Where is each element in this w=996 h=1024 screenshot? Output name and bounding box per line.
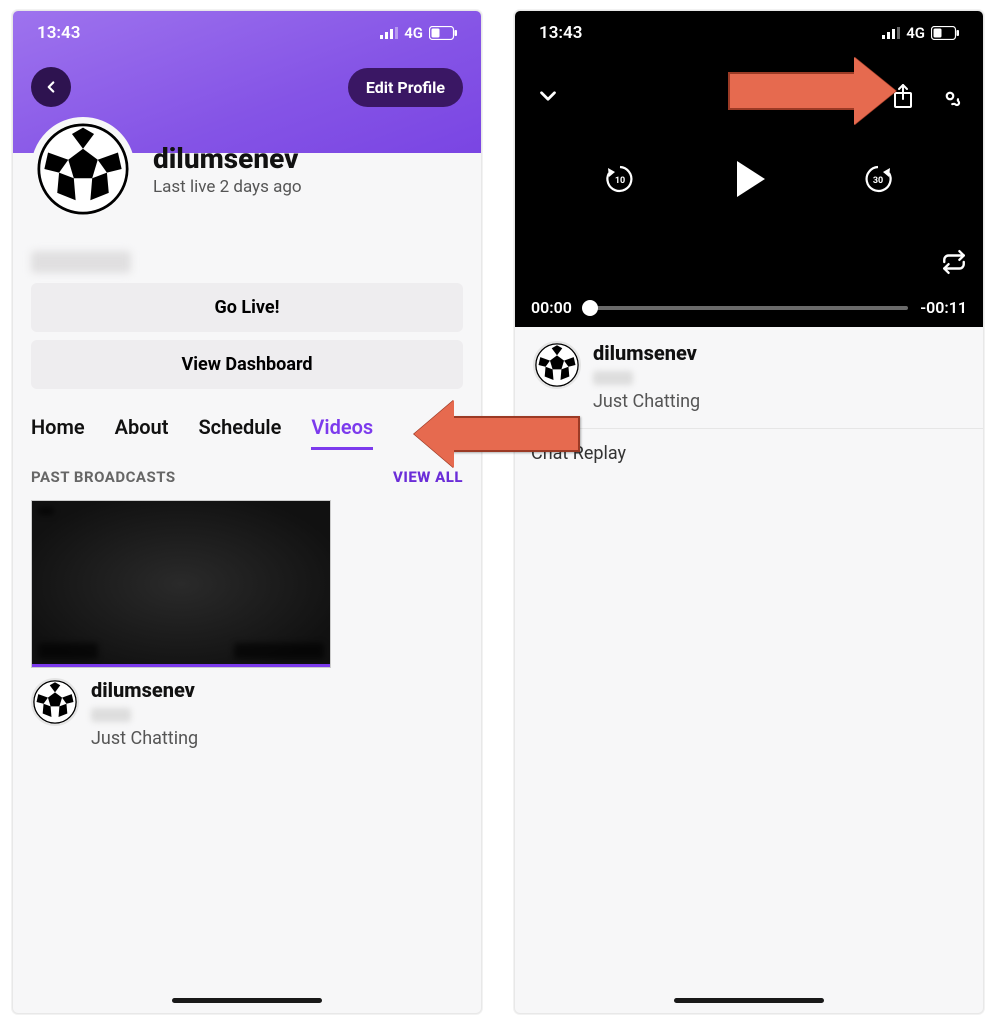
video-subtitle-blurred	[91, 708, 131, 722]
forward-30-button[interactable]: 30	[861, 162, 895, 200]
play-icon	[727, 157, 771, 201]
status-indicators: 4G	[380, 24, 457, 42]
edit-profile-button[interactable]: Edit Profile	[348, 68, 463, 107]
phone-left: 13:43 4G Edit Profile	[12, 10, 482, 1014]
svg-text:10: 10	[615, 176, 625, 186]
gear-icon	[937, 83, 963, 109]
settings-button[interactable]	[937, 83, 963, 113]
video-meta: dilumsenev Just Chatting	[515, 327, 983, 422]
profile-tabs: Home About Schedule Videos	[13, 397, 481, 450]
chat-replay-label: Chat Replay	[515, 428, 983, 478]
video-title: dilumsenev	[91, 678, 198, 702]
chevron-down-icon	[535, 83, 561, 109]
annotation-arrow-left	[450, 416, 580, 452]
rewind-10-button[interactable]: 10	[603, 162, 637, 200]
video-meta: dilumsenev Just Chatting	[13, 668, 481, 759]
rewind-10-icon: 10	[603, 162, 637, 196]
player-controls: 10 30	[515, 157, 983, 205]
tab-about[interactable]: About	[115, 415, 169, 450]
home-indicator[interactable]	[674, 998, 824, 1003]
video-category: Just Chatting	[91, 728, 198, 749]
past-broadcasts-label: PAST BROADCASTS	[31, 468, 176, 486]
view-all-link[interactable]: VIEW ALL	[393, 468, 463, 486]
network-label: 4G	[906, 24, 925, 42]
tab-videos[interactable]: Videos	[311, 415, 373, 450]
back-button[interactable]	[31, 67, 71, 107]
loop-icon	[941, 249, 967, 275]
network-label: 4G	[404, 24, 423, 42]
annotation-arrow-right	[728, 72, 858, 110]
battery-icon	[931, 26, 959, 40]
view-dashboard-button[interactable]: View Dashboard	[31, 340, 463, 389]
video-subtitle-blurred	[593, 371, 633, 385]
status-bar: 13:43 4G	[13, 11, 481, 55]
home-indicator[interactable]	[172, 998, 322, 1003]
soccer-ball-icon	[37, 123, 129, 215]
time-current: 00:00	[531, 298, 572, 317]
video-title: dilumsenev	[593, 341, 700, 365]
seek-bar[interactable]	[584, 306, 908, 310]
username: dilumsenev	[153, 142, 302, 175]
forward-30-icon: 30	[861, 162, 895, 196]
avatar[interactable]	[31, 117, 135, 221]
last-live-label: Last live 2 days ago	[153, 177, 302, 197]
chevron-left-icon	[42, 78, 60, 96]
video-avatar[interactable]	[31, 678, 79, 726]
tab-home[interactable]: Home	[31, 415, 85, 450]
play-button[interactable]	[727, 157, 771, 205]
video-player: 13:43 4G	[515, 11, 983, 327]
soccer-ball-icon	[535, 343, 579, 387]
profile-block: dilumsenev Last live 2 days ago	[13, 117, 481, 221]
status-time: 13:43	[539, 23, 582, 43]
followers-blurred	[31, 251, 131, 273]
seek-handle[interactable]	[582, 300, 598, 316]
battery-icon	[429, 26, 457, 40]
collapse-button[interactable]	[535, 83, 561, 113]
header-row: Edit Profile	[13, 55, 481, 107]
section-header: PAST BROADCASTS VIEW ALL	[13, 450, 481, 496]
video-category: Just Chatting	[593, 391, 700, 412]
tab-schedule[interactable]: Schedule	[198, 415, 281, 450]
signal-icon	[380, 27, 398, 39]
status-bar: 13:43 4G	[515, 11, 983, 55]
video-avatar[interactable]	[533, 341, 581, 389]
status-indicators: 4G	[882, 24, 959, 42]
soccer-ball-icon	[33, 680, 77, 724]
seek-bar-row: 00:00 -00:11	[515, 298, 983, 317]
signal-icon	[882, 27, 900, 39]
svg-text:30: 30	[873, 176, 883, 186]
video-thumbnail[interactable]	[31, 500, 331, 668]
go-live-button[interactable]: Go Live!	[31, 283, 463, 332]
profile-text: dilumsenev Last live 2 days ago	[153, 142, 302, 197]
status-time: 13:43	[37, 23, 80, 43]
phone-right: 13:43 4G	[514, 10, 984, 1014]
loop-button[interactable]	[941, 249, 967, 279]
time-remaining: -00:11	[920, 298, 967, 317]
